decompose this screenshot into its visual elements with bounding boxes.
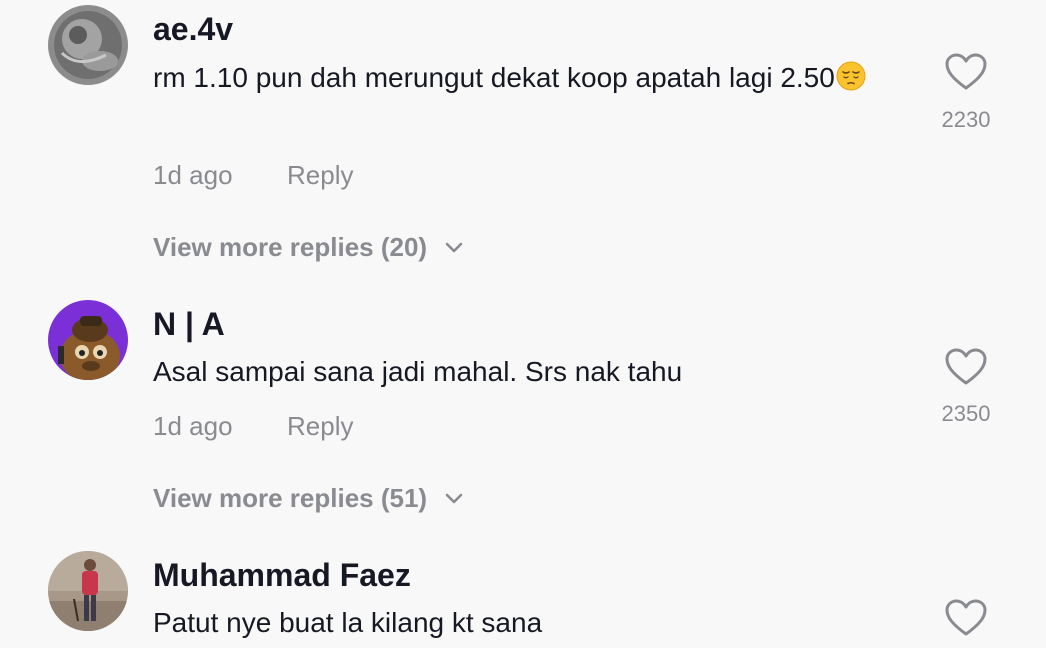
- reply-button[interactable]: Reply: [287, 158, 353, 192]
- view-more-replies-label: View more replies (20): [153, 232, 428, 262]
- comment-timestamp: 1d ago: [153, 411, 233, 441]
- comment-timestamp: 1d ago: [153, 160, 233, 190]
- heart-icon[interactable]: [944, 347, 988, 387]
- comment-username[interactable]: Muhammad Faez: [153, 555, 411, 595]
- comment-text: Patut nye buat la kilang kt sana: [153, 601, 913, 645]
- chevron-down-icon: [445, 493, 463, 504]
- view-more-replies-label: View more replies (51): [153, 483, 428, 513]
- view-more-replies-button[interactable]: View more replies (20): [153, 230, 465, 264]
- heart-icon[interactable]: [944, 52, 988, 92]
- heart-icon[interactable]: [944, 598, 988, 638]
- comment-text-content: rm 1.10 pun dah merungut dekat koop apat…: [153, 62, 835, 93]
- like-count: 2230: [941, 107, 991, 132]
- comment-text-content: Asal sampai sana jadi mahal. Srs nak tah…: [153, 356, 683, 387]
- comment-text: Asal sampai sana jadi mahal. Srs nak tah…: [153, 350, 913, 394]
- like-count: 2350: [941, 401, 991, 426]
- pensive-face-emoji-icon: [836, 61, 866, 91]
- avatar[interactable]: [48, 300, 128, 380]
- comment-meta: 1d ago Reply: [153, 158, 353, 192]
- view-more-replies-button[interactable]: View more replies (51): [153, 481, 465, 515]
- comment-meta: 1d ago Reply: [153, 409, 353, 443]
- avatar[interactable]: [48, 5, 128, 85]
- chevron-down-icon: [445, 242, 463, 253]
- comment-username[interactable]: N | A: [153, 304, 225, 344]
- comment-text: rm 1.10 pun dah merungut dekat koop apat…: [153, 56, 913, 100]
- comment-text-content: Patut nye buat la kilang kt sana: [153, 607, 543, 638]
- reply-button[interactable]: Reply: [287, 409, 353, 443]
- comment-username[interactable]: ae.4v: [153, 9, 233, 49]
- comment-item: ae.4v rm 1.10 pun dah merungut dekat koo…: [0, 0, 1046, 280]
- avatar[interactable]: [48, 551, 128, 631]
